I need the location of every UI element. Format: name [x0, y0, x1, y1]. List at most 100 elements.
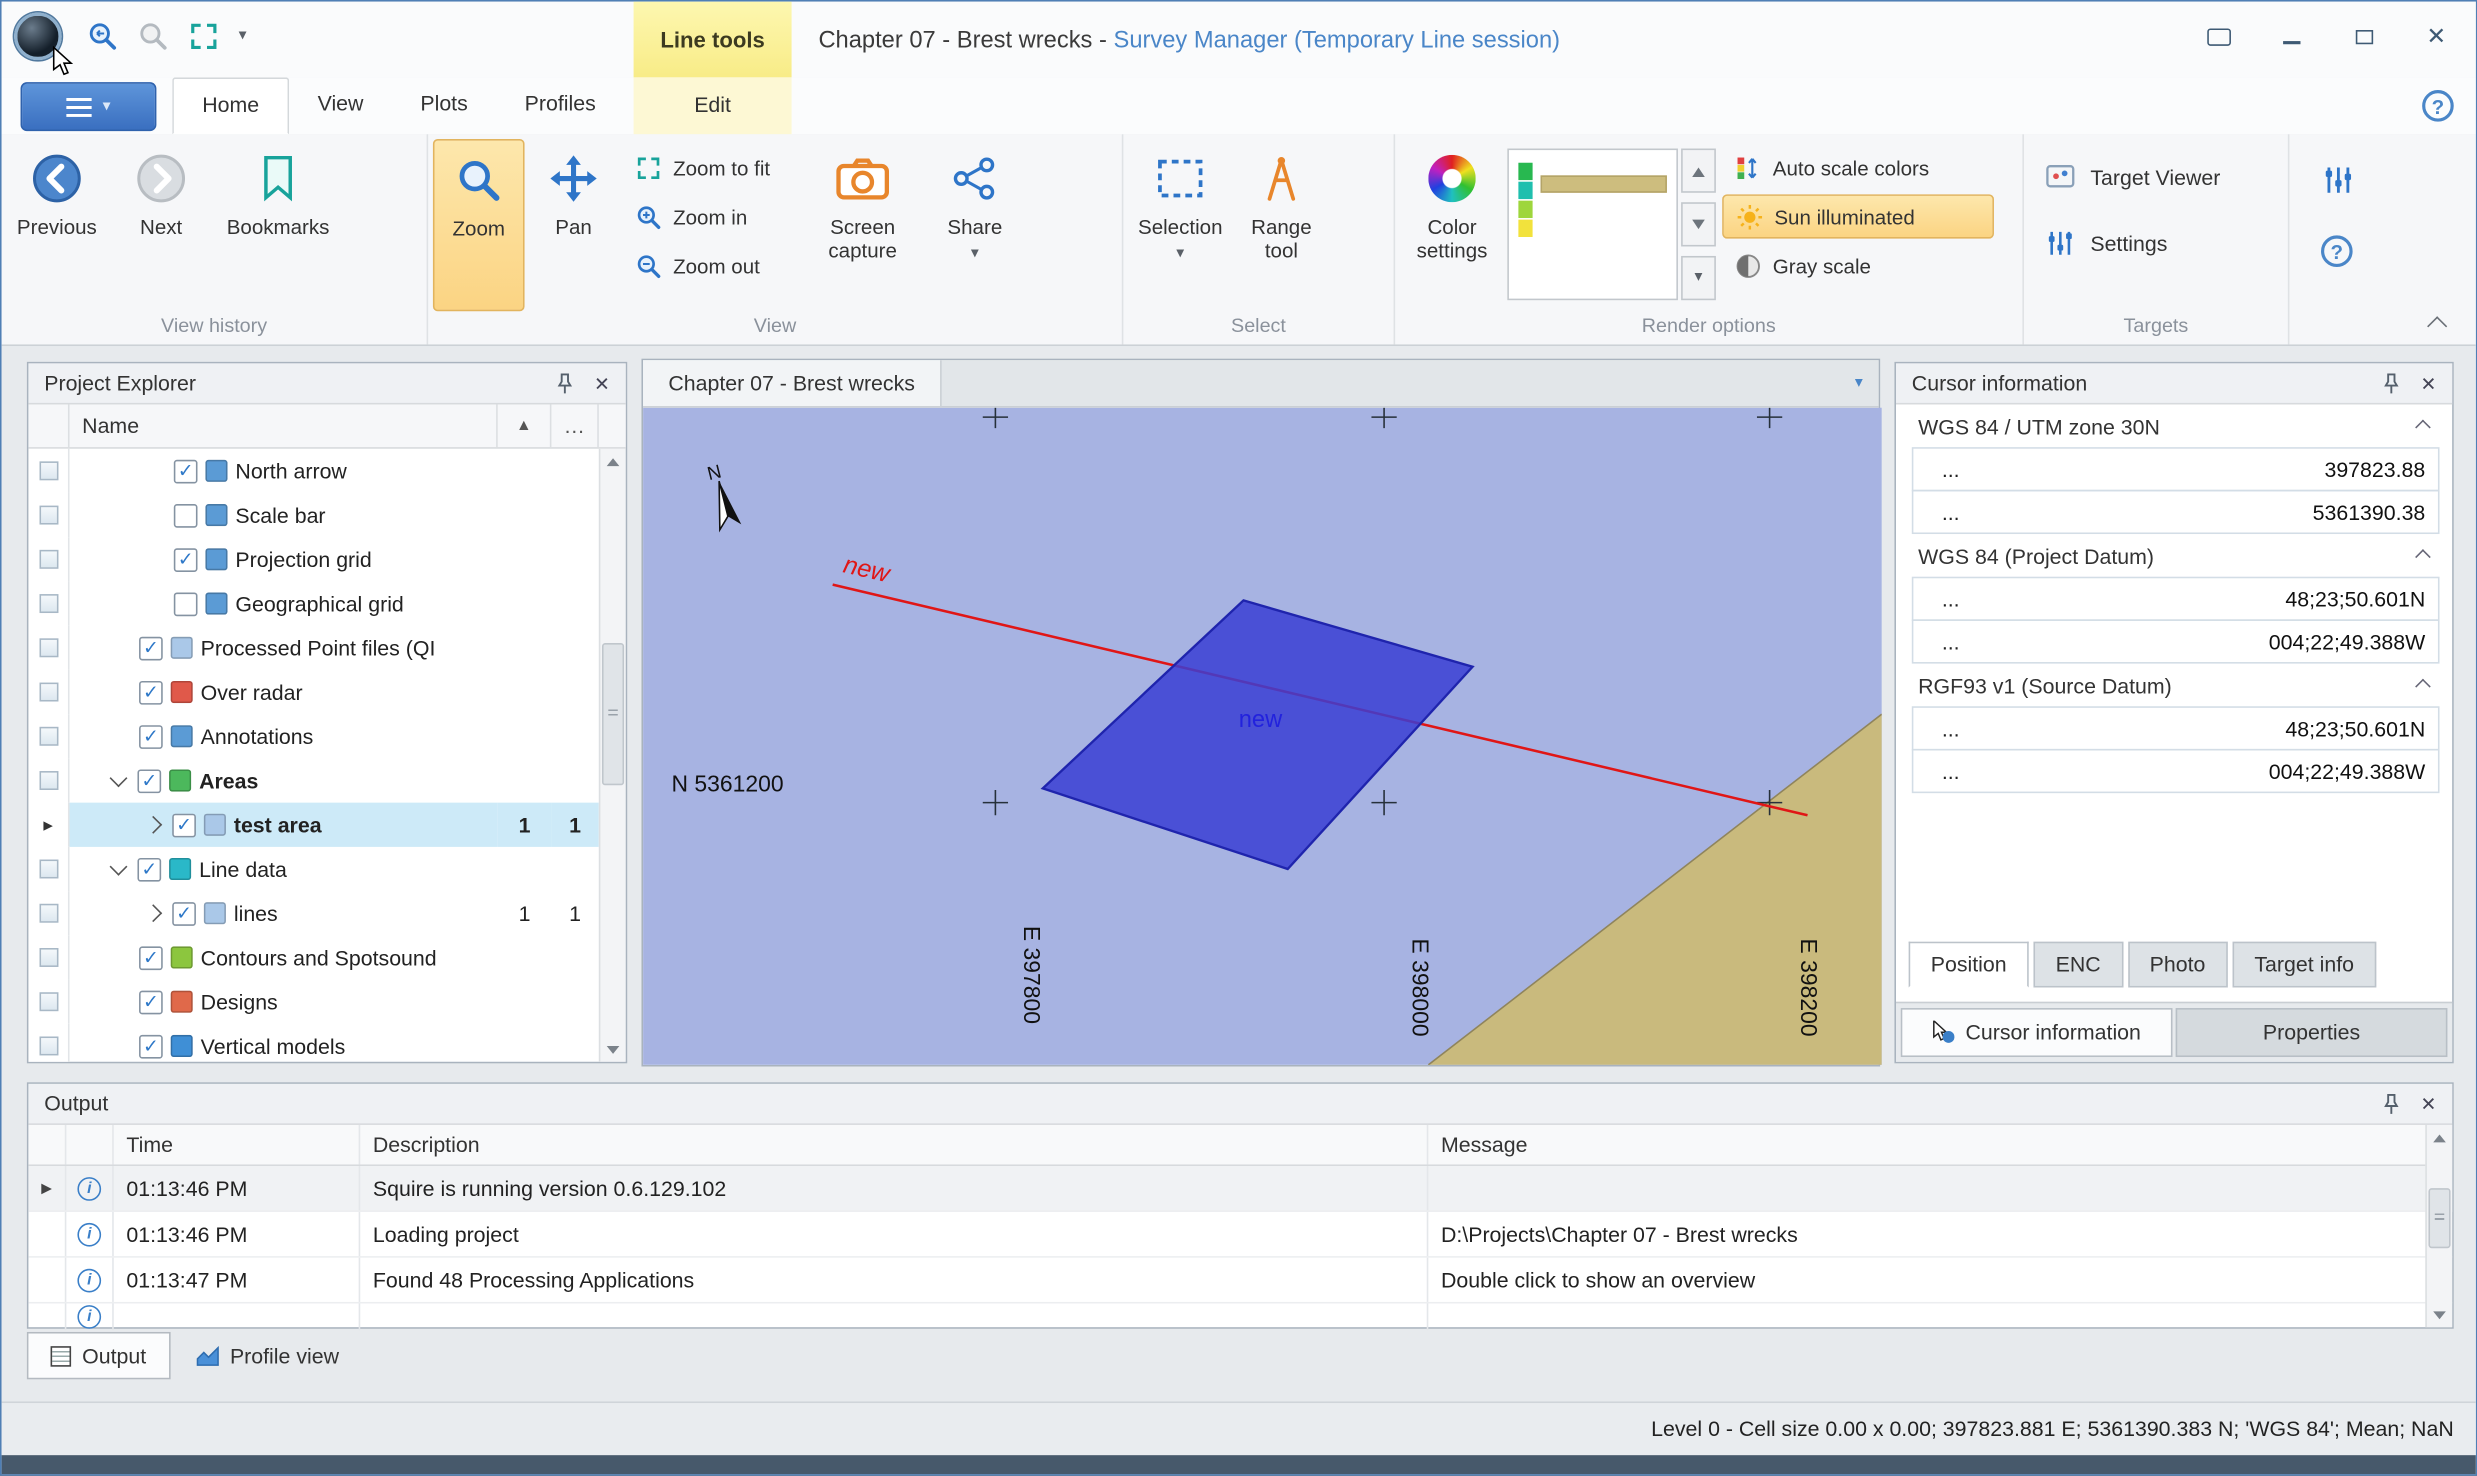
restore-icon[interactable] [2337, 16, 2391, 57]
tree-item-scale-bar[interactable]: Scale bar [28, 493, 625, 537]
datum-section-header[interactable]: RGF93 v1 (Source Datum) [1896, 664, 2452, 708]
tab-edit[interactable]: Edit [634, 77, 792, 134]
tree-item-contours[interactable]: Contours and Spotsound [28, 935, 625, 979]
expander-icon[interactable] [142, 818, 164, 831]
spinner-up-icon[interactable] [1681, 149, 1716, 193]
checkbox[interactable] [139, 724, 163, 748]
tab-list-dropdown-icon[interactable] [1855, 375, 1863, 391]
scroll-up-icon[interactable] [2427, 1125, 2452, 1150]
next-button[interactable]: Next [111, 139, 212, 311]
quick-access-dropdown-icon[interactable] [239, 28, 247, 44]
help-icon[interactable] [2321, 235, 2353, 267]
tree-item-over-radar[interactable]: Over radar [28, 670, 625, 714]
column-time[interactable]: Time [114, 1125, 360, 1165]
close-icon[interactable] [588, 369, 616, 397]
tab-home[interactable]: Home [172, 77, 289, 134]
scroll-up-icon[interactable] [600, 449, 625, 474]
zoom-out-button[interactable]: Zoom out [623, 243, 800, 287]
checkbox[interactable] [139, 1034, 163, 1058]
share-button[interactable]: Share [926, 139, 1024, 311]
tree-item-test-area[interactable]: test area11 [28, 803, 625, 847]
checkbox[interactable] [139, 680, 163, 704]
datum-section-header[interactable]: WGS 84 (Project Datum) [1896, 534, 2452, 578]
tree-item-annotations[interactable]: Annotations [28, 714, 625, 758]
log-row[interactable]: 01:13:46 PM Loading project D:\Projects\… [28, 1212, 2452, 1258]
scrollbar-thumb[interactable] [2428, 1188, 2450, 1248]
zoom-to-fit-button[interactable]: Zoom to fit [623, 145, 800, 189]
tab-enc[interactable]: ENC [2034, 942, 2123, 988]
checkbox[interactable] [139, 636, 163, 660]
gray-scale-button[interactable]: Gray scale [1722, 243, 1994, 287]
minimize-icon[interactable] [2264, 16, 2318, 57]
tree-item-vertical-models[interactable]: Vertical models [28, 1024, 625, 1062]
display-options-icon[interactable] [2321, 163, 2356, 198]
column-message[interactable]: Message [1428, 1125, 2425, 1165]
log-row[interactable] [28, 1304, 2452, 1331]
column-more[interactable]: … [551, 404, 598, 447]
datum-section-header[interactable]: WGS 84 / UTM zone 30N [1896, 404, 2452, 448]
expander-icon[interactable] [107, 774, 129, 787]
scrollbar-vertical[interactable] [599, 449, 626, 1062]
zoom-next-icon[interactable] [137, 21, 169, 53]
color-settings-button[interactable]: Color settings [1400, 139, 1504, 311]
zoom-previous-icon[interactable] [87, 21, 119, 53]
tab-output[interactable]: Output [27, 1332, 170, 1379]
checkbox[interactable] [139, 990, 163, 1014]
sort-ascending-icon[interactable]: ▲ [498, 404, 552, 447]
pan-button[interactable]: Pan [528, 139, 620, 311]
close-icon[interactable] [2414, 1089, 2442, 1117]
tab-profiles[interactable]: Profiles [496, 77, 624, 134]
checkbox[interactable] [172, 901, 196, 925]
help-icon[interactable] [2422, 90, 2454, 122]
scrollbar-thumb[interactable] [602, 643, 624, 785]
tab-view[interactable]: View [289, 77, 392, 134]
pin-icon[interactable] [2376, 369, 2404, 397]
expander-icon[interactable] [142, 907, 164, 920]
tree-item-projection-grid[interactable]: Projection grid [28, 537, 625, 581]
column-description[interactable]: Description [360, 1125, 1428, 1165]
zoom-button[interactable]: Zoom [433, 139, 525, 311]
screen-capture-button[interactable]: Screen capture [803, 139, 923, 311]
scrollbar-vertical[interactable] [2425, 1125, 2452, 1327]
tree-item-processed-point-files[interactable]: Processed Point files (QI [28, 626, 625, 670]
table-header[interactable]: Time Description Message [28, 1125, 2452, 1166]
log-row[interactable]: 01:13:47 PM Found 48 Processing Applicat… [28, 1258, 2452, 1304]
auto-scale-colors-button[interactable]: Auto scale colors [1722, 145, 1994, 189]
collapse-ribbon-icon[interactable] [2422, 313, 2450, 335]
spinner-down-icon[interactable] [1681, 202, 1716, 246]
checkbox[interactable] [172, 813, 196, 837]
expander-icon[interactable] [107, 863, 129, 876]
zoom-in-button[interactable]: Zoom in [623, 194, 800, 238]
selection-button[interactable]: Selection [1128, 139, 1232, 311]
application-menu-button[interactable] [21, 82, 157, 131]
scroll-down-icon[interactable] [2427, 1302, 2452, 1327]
tab-plots[interactable]: Plots [392, 77, 496, 134]
map-tab[interactable]: Chapter 07 - Brest wrecks [643, 360, 942, 406]
range-tool-button[interactable]: Range tool [1236, 139, 1328, 311]
tree-item-designs[interactable]: Designs [28, 980, 625, 1024]
colormap-preview[interactable] [1507, 149, 1719, 301]
map-canvas[interactable]: new new N 5361200 E 397800 E 398000 E 39… [643, 408, 1882, 1065]
zoom-extents-icon[interactable] [188, 21, 220, 53]
scroll-down-icon[interactable] [600, 1036, 625, 1061]
checkbox[interactable] [174, 459, 198, 483]
tree-item-line-data[interactable]: Line data [28, 847, 625, 891]
checkbox[interactable] [137, 857, 161, 881]
targets-settings-button[interactable]: Settings [2029, 216, 2283, 270]
close-icon[interactable] [2414, 369, 2442, 397]
tree-item-areas[interactable]: Areas [28, 758, 625, 802]
tree-item-geographical-grid[interactable]: Geographical grid [28, 581, 625, 625]
sun-illuminated-button[interactable]: Sun illuminated [1722, 194, 1994, 238]
pin-icon[interactable] [550, 369, 578, 397]
checkbox[interactable] [174, 503, 198, 527]
tree-column-header[interactable]: Name ▲ … [28, 404, 625, 448]
checkbox[interactable] [174, 547, 198, 571]
fullscreen-icon[interactable] [2191, 16, 2245, 57]
tab-position[interactable]: Position [1909, 942, 2029, 988]
previous-button[interactable]: Previous [6, 139, 107, 311]
checkbox[interactable] [139, 946, 163, 970]
collapse-section-icon[interactable] [2414, 417, 2433, 436]
tab-target-info[interactable]: Target info [2232, 942, 2376, 988]
log-row[interactable]: ▸ 01:13:46 PM Squire is running version … [28, 1166, 2452, 1212]
checkbox[interactable] [174, 592, 198, 616]
